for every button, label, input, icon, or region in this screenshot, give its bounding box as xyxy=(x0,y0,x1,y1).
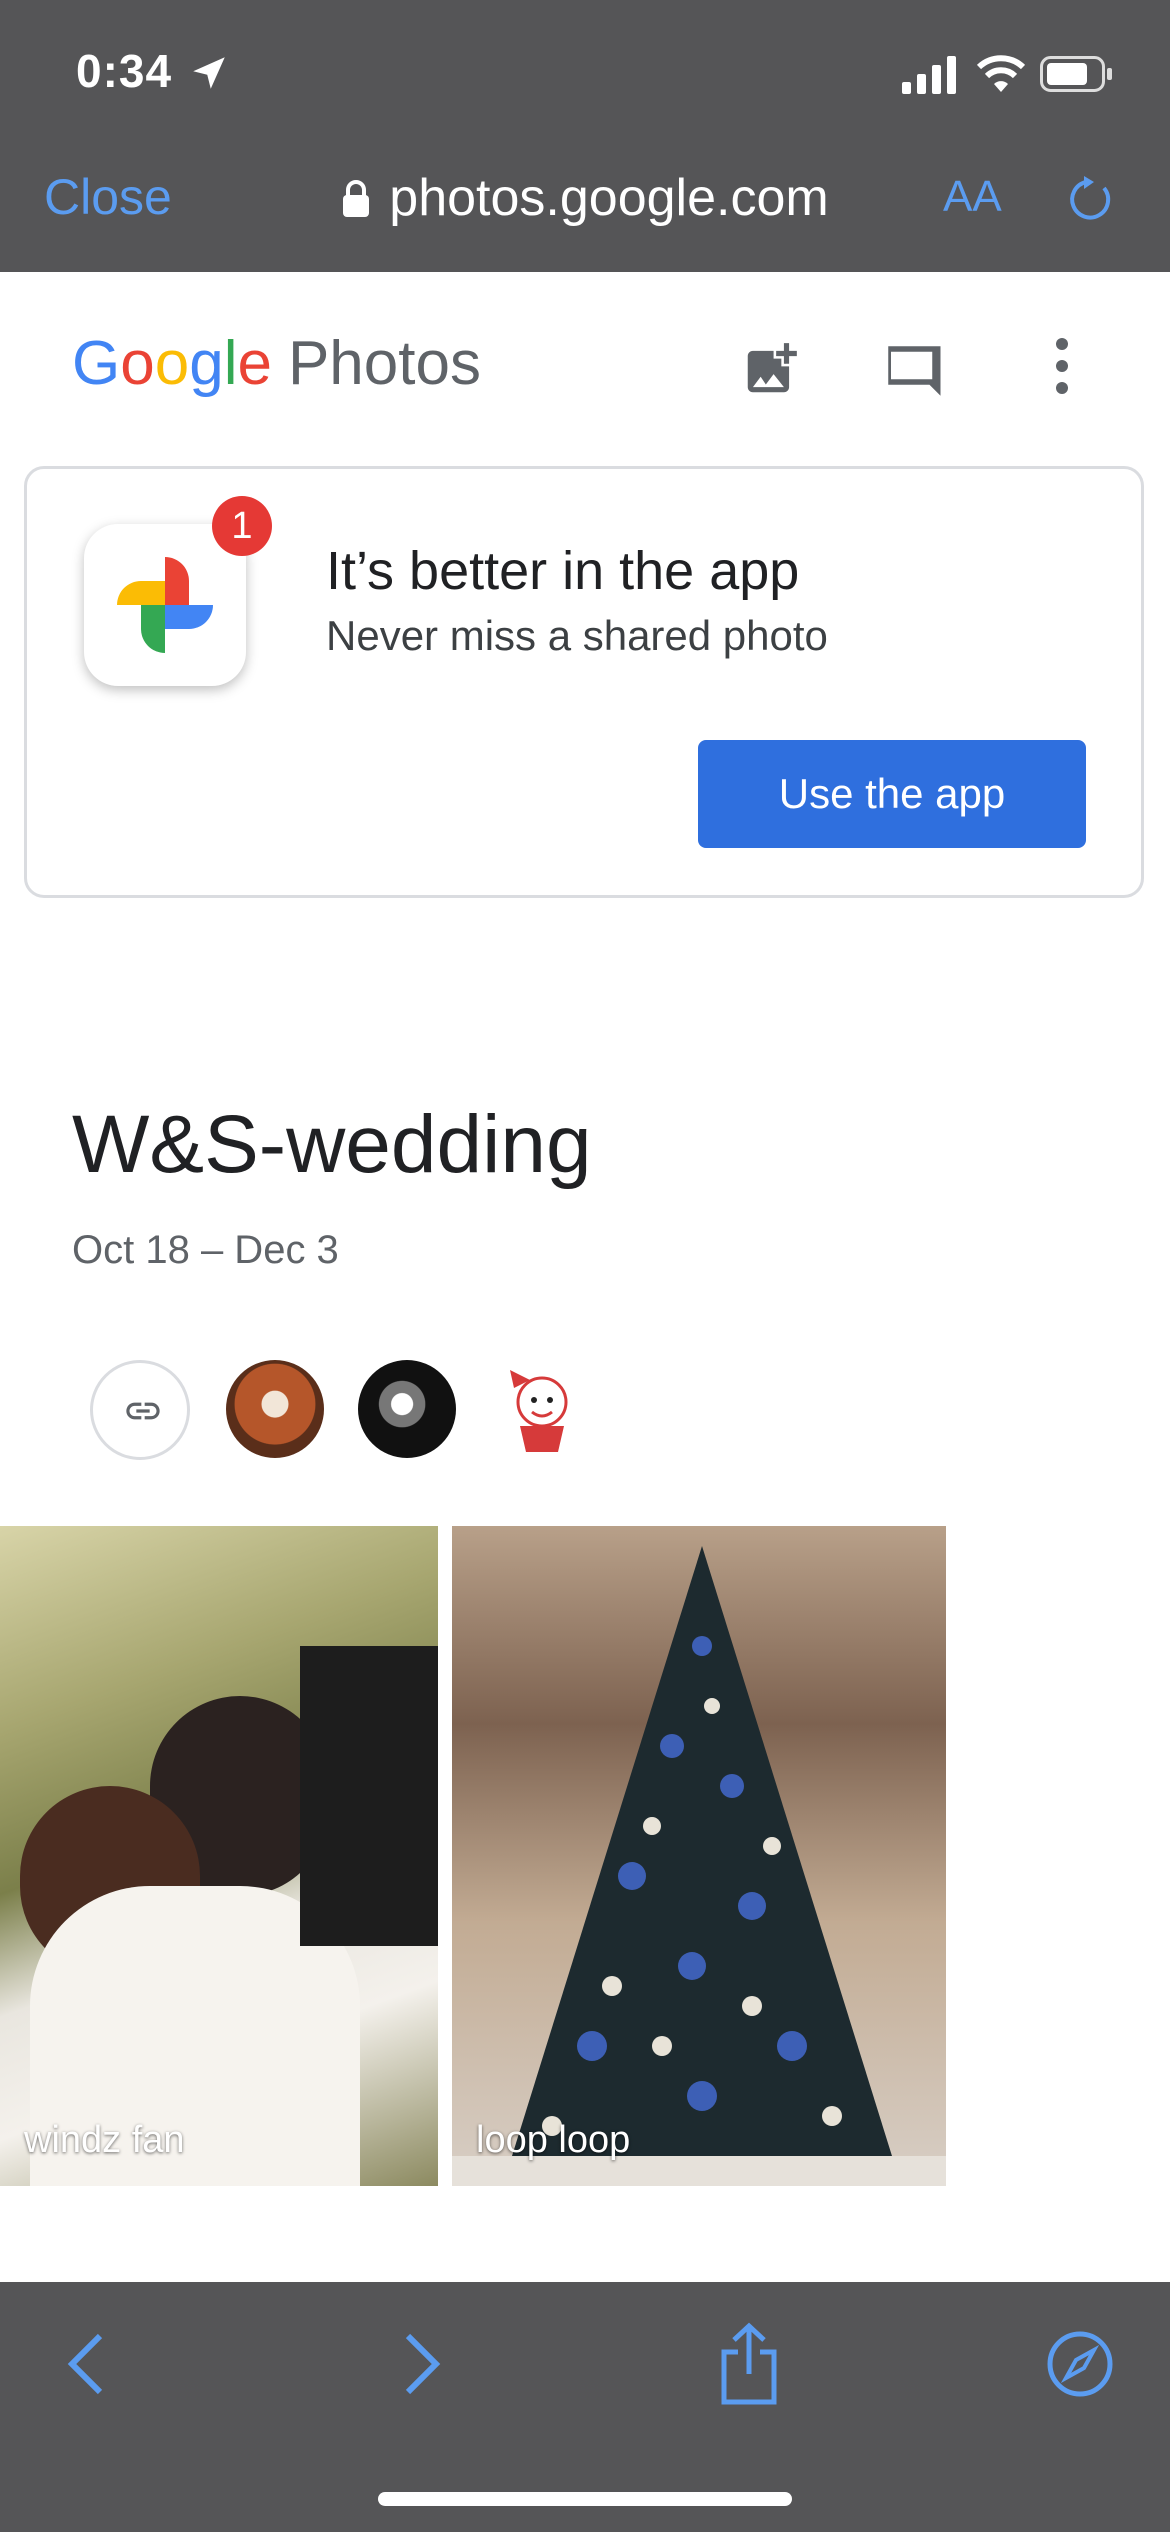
cartoon-icon xyxy=(510,1370,568,1452)
avatar-silhouette[interactable] xyxy=(358,1360,456,1458)
avatar-red-panda[interactable] xyxy=(226,1360,324,1458)
reload-icon[interactable] xyxy=(1064,174,1116,226)
photo-tile[interactable]: loop loop xyxy=(452,1526,946,2186)
photo-contributor-label: loop loop xyxy=(476,2119,631,2161)
album-title: W&S-wedding xyxy=(72,1099,592,1190)
add-photo-icon[interactable] xyxy=(740,338,802,400)
photo-tile[interactable]: windz fan xyxy=(0,1526,438,2186)
photo-contributor-label: windz fan xyxy=(24,2119,185,2161)
home-indicator[interactable] xyxy=(378,2492,792,2506)
forward-chevron-icon[interactable] xyxy=(400,2330,444,2398)
google-wordmark: Google xyxy=(72,329,272,398)
text-size-button[interactable]: AA xyxy=(943,172,1002,222)
album-date-range: Oct 18 – Dec 3 xyxy=(72,1228,339,1272)
status-time: 0:34 xyxy=(76,45,173,97)
comment-icon[interactable] xyxy=(880,338,946,404)
product-name: Photos xyxy=(287,329,481,398)
signal-icon xyxy=(902,56,956,94)
promo-title: It’s better in the app xyxy=(326,541,800,601)
share-link-button[interactable] xyxy=(90,1360,190,1460)
lock-icon xyxy=(343,180,370,217)
more-vert-icon[interactable] xyxy=(1040,336,1084,396)
link-icon xyxy=(126,1402,160,1420)
wifi-icon xyxy=(976,55,1026,92)
photo-suit xyxy=(300,1646,438,1946)
christmas-tree-icon xyxy=(452,1546,946,2186)
battery-icon xyxy=(1040,56,1112,92)
url-text: photos.google.com xyxy=(389,169,829,227)
avatar-cartoon-character[interactable] xyxy=(490,1360,588,1458)
compass-icon[interactable] xyxy=(1046,2330,1114,2398)
use-the-app-button[interactable]: Use the app xyxy=(698,740,1086,848)
notification-badge: 1 xyxy=(212,496,272,556)
text-size-label: AA xyxy=(943,172,1002,221)
back-chevron-icon[interactable] xyxy=(64,2330,108,2398)
share-icon[interactable] xyxy=(716,2322,782,2406)
promo-subtitle: Never miss a shared photo xyxy=(326,612,828,659)
google-photos-logo[interactable]: Google Photos xyxy=(72,328,481,399)
location-arrow-icon xyxy=(193,57,225,89)
